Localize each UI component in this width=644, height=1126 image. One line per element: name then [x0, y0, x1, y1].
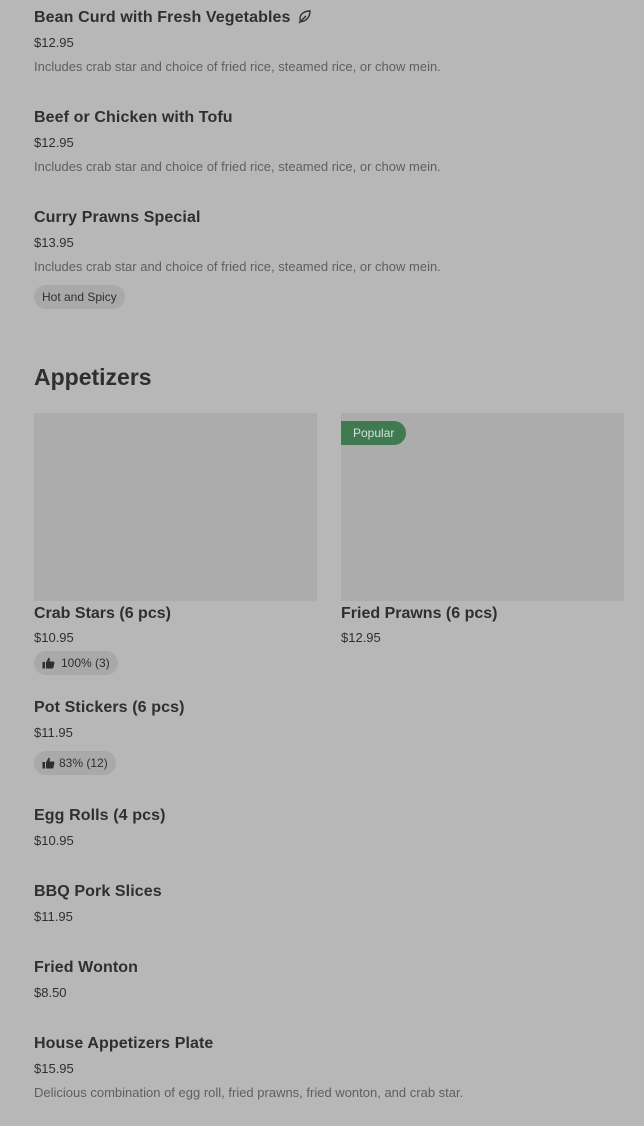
card-item-name[interactable]: Crab Stars (6 pcs) — [34, 605, 171, 623]
card-item-price: $12.95 — [341, 630, 381, 645]
menu-item-description: Delicious combination of egg roll, fried… — [34, 1085, 464, 1100]
thumbs-up-icon — [42, 757, 55, 769]
hot-and-spicy-tag: Hot and Spicy — [34, 285, 125, 309]
menu-item-name[interactable]: Curry Prawns Special — [34, 209, 201, 227]
popular-badge: Popular — [341, 421, 407, 445]
card-item-name[interactable]: Fried Prawns (6 pcs) — [341, 605, 498, 623]
rating-badge: 83% (12) — [34, 751, 116, 775]
section-title-appetizers: Appetizers — [34, 364, 152, 390]
menu-item-name[interactable]: Egg Rolls (4 pcs) — [34, 807, 166, 825]
menu-item-name[interactable]: Fried Wonton — [34, 959, 138, 977]
menu-item-price: $12.95 — [34, 35, 74, 50]
thumbs-up-icon — [42, 657, 55, 669]
menu-item-description: Includes crab star and choice of fried r… — [34, 259, 441, 274]
menu-item-price: $12.95 — [34, 135, 74, 150]
menu-item-price: $15.95 — [34, 1061, 74, 1076]
leaf-icon — [298, 10, 312, 29]
menu-item-price: $11.95 — [34, 909, 73, 924]
menu-item-description: Includes crab star and choice of fried r… — [34, 59, 441, 74]
menu-item-price: $8.50 — [34, 985, 67, 1000]
menu-item-price: $10.95 — [34, 833, 74, 848]
crab-stars-image[interactable] — [34, 413, 317, 601]
card-item-price: $10.95 — [34, 630, 74, 645]
menu-item-name[interactable]: Beef or Chicken with Tofu — [34, 109, 233, 127]
menu-item-name[interactable]: BBQ Pork Slices — [34, 883, 162, 901]
menu-item-price: $13.95 — [34, 235, 74, 250]
menu-item-name[interactable]: House Appetizers Plate — [34, 1035, 213, 1053]
menu-item-name[interactable]: Bean Curd with Fresh Vegetables — [34, 9, 312, 29]
rating-badge: 100% (3) — [34, 651, 118, 675]
menu-item-price: $11.95 — [34, 725, 73, 740]
menu-item-description: Includes crab star and choice of fried r… — [34, 159, 441, 174]
menu-item-name[interactable]: Pot Stickers (6 pcs) — [34, 699, 185, 717]
